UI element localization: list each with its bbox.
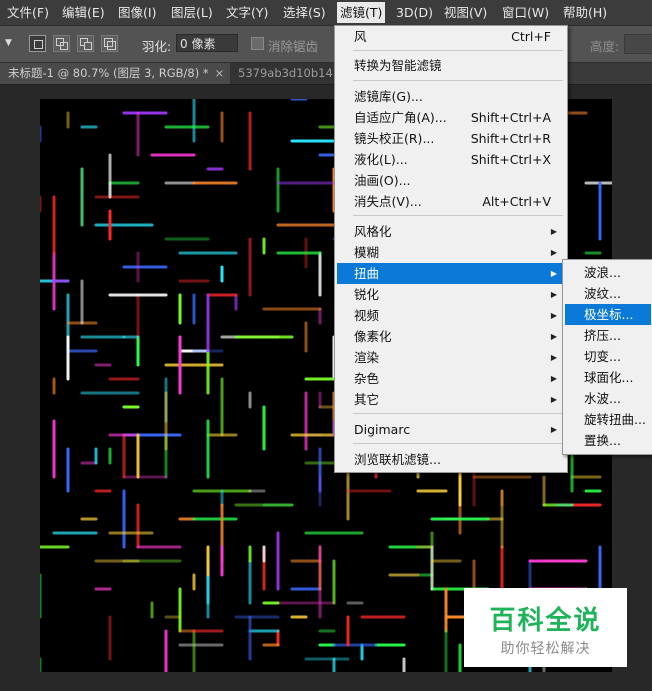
filter-menu: 风 Ctrl+F 转换为智能滤镜 滤镜库(G)... 自适应广角(A)... Shi… [334,25,568,473]
distort-submenu: 波浪... 波纹... 极坐标... 挤压... 切变... 球面化... 水波… [562,259,652,455]
submenu-item-twirl[interactable]: 旋转扭曲... [565,409,651,430]
menu-file[interactable]: 文件(F) [7,4,49,21]
triangle-right-icon: ▶ [550,290,557,299]
document-tab-label: 5379ab3d10b14... [238,66,344,80]
add-selection-button[interactable] [53,35,70,52]
menu-item-convert-smart-filter[interactable]: 转换为智能滤镜 [337,55,565,76]
menu-item-pixelate[interactable]: 像素化 ▶ [337,326,565,347]
menu-view[interactable]: 视图(V) [444,4,487,21]
menu-separator [353,50,563,51]
triangle-right-icon: ▶ [550,425,557,434]
menu-filter[interactable]: 滤镜(T) [337,2,386,23]
antialias-checkbox[interactable] [251,37,264,50]
close-icon[interactable]: × [215,66,225,80]
menu-bar: 文件(F) 编辑(E) 图像(I) 图层(L) 文字(Y) 选择(S) 滤镜(T… [0,0,652,26]
menu-window[interactable]: 窗口(W) [502,4,549,21]
menu-item-sharpen[interactable]: 锐化 ▶ [337,284,565,305]
feather-label: 羽化: [142,39,172,54]
menu-image[interactable]: 图像(I) [118,4,156,21]
menu-separator [353,215,563,216]
submenu-item-pinch[interactable]: 挤压... [565,325,651,346]
menu-help[interactable]: 帮助(H) [563,4,607,21]
menu-item-stylize[interactable]: 风格化 ▶ [337,221,565,242]
triangle-right-icon: ▶ [550,227,557,236]
triangle-right-icon: ▶ [550,353,557,362]
watermark-title: 百科全说 [489,606,602,636]
menu-item-video[interactable]: 视频 ▶ [337,305,565,326]
menu-item-digimarc[interactable]: Digimarc ▶ [337,419,565,440]
triangle-right-icon: ▶ [550,269,557,278]
submenu-item-ripple[interactable]: 波纹... [565,283,651,304]
triangle-right-icon: ▶ [550,248,557,257]
submenu-item-shear[interactable]: 切变... [565,346,651,367]
triangle-right-icon: ▶ [550,311,557,320]
menu-item-adaptive-wide-angle[interactable]: 自适应广角(A)... Shift+Ctrl+A [337,107,565,128]
document-tab-active[interactable]: 未标题-1 @ 80.7% (图层 3, RGB/8) * × [0,63,233,84]
menu-item-blur[interactable]: 模糊 ▶ [337,242,565,263]
document-tab-label: 未标题-1 @ 80.7% (图层 3, RGB/8) * [8,66,209,80]
menu-edit[interactable]: 编辑(E) [62,4,105,21]
menu-select[interactable]: 选择(S) [283,4,326,21]
height-label: 高度: [590,39,620,54]
menu-item-filter-gallery[interactable]: 滤镜库(G)... [337,86,565,107]
submenu-item-polar-coordinates[interactable]: 极坐标... [565,304,651,325]
menu-item-oil-paint[interactable]: 油画(O)... [337,170,565,191]
menu-item-lens-correction[interactable]: 镜头校正(R)... Shift+Ctrl+R [337,128,565,149]
feather-input[interactable]: 0 像素 [176,34,238,52]
menu-separator [353,413,563,414]
triangle-right-icon: ▶ [550,374,557,383]
submenu-item-wave[interactable]: 波浪... [565,262,651,283]
menu-item-wind[interactable]: 风 Ctrl+F [337,26,565,47]
new-selection-button[interactable] [29,35,46,52]
height-input[interactable] [624,34,652,54]
menu-item-distort[interactable]: 扭曲 ▶ [337,263,565,284]
watermark-logo: 百科全说 助你轻松解决 [464,588,627,667]
menu-separator [353,443,563,444]
menu-item-other[interactable]: 其它 ▶ [337,389,565,410]
triangle-right-icon: ▶ [550,332,557,341]
subtract-selection-button[interactable] [77,35,94,52]
menu-item-browse-online-filters[interactable]: 浏览联机滤镜... [337,449,565,470]
menu-item-render[interactable]: 渲染 ▶ [337,347,565,368]
caret-down-icon[interactable]: ▼ [5,38,12,48]
menu-separator [353,80,563,81]
menu-type[interactable]: 文字(Y) [226,4,268,21]
menu-3d[interactable]: 3D(D) [396,4,433,21]
menu-item-vanishing-point[interactable]: 消失点(V)... Alt+Ctrl+V [337,191,565,212]
intersect-selection-button[interactable] [101,35,118,52]
submenu-item-displace[interactable]: 置换... [565,430,651,451]
triangle-right-icon: ▶ [550,395,557,404]
watermark-subtitle: 助你轻松解决 [500,641,591,657]
antialias-label: 消除锯齿 [268,39,319,54]
menu-item-liquify[interactable]: 液化(L)... Shift+Ctrl+X [337,149,565,170]
submenu-item-zigzag[interactable]: 水波... [565,388,651,409]
submenu-item-spherize[interactable]: 球面化... [565,367,651,388]
menu-item-noise[interactable]: 杂色 ▶ [337,368,565,389]
menu-layer[interactable]: 图层(L) [171,4,213,21]
